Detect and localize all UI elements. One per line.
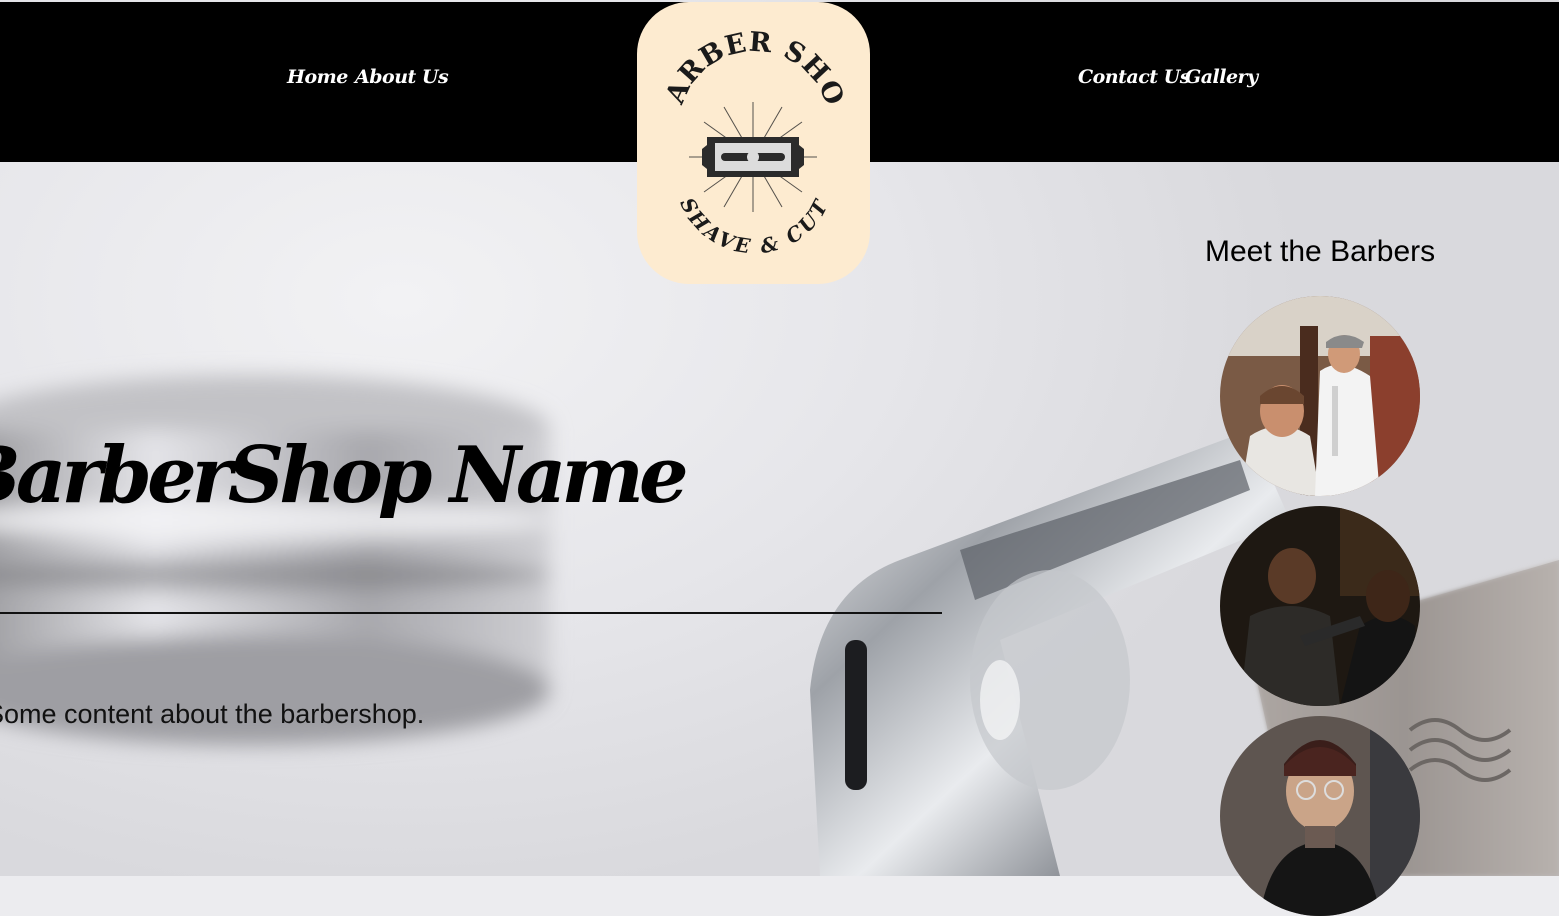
nav-link-gallery[interactable]: Gallery: [1185, 66, 1258, 88]
barbers-section-title: Meet the Barbers: [1205, 235, 1436, 268]
hero-description: Some content about the barbershop.: [0, 699, 425, 729]
barber-photo-3[interactable]: [1220, 716, 1420, 916]
svg-text:SHAVE & CUT: SHAVE & CUT: [675, 194, 834, 259]
nav-link-contact-us[interactable]: Contact Us: [1078, 66, 1190, 88]
barber-photo-1[interactable]: [1220, 296, 1420, 496]
nav-link-home[interactable]: Home: [287, 66, 348, 88]
logo-top-text: BARBER SHOP: [637, 2, 849, 110]
barber-shop-logo[interactable]: BARBER SHOP SHAVE & CUT: [637, 2, 870, 284]
nav-link-about-us[interactable]: About Us: [355, 66, 449, 88]
razor-blade-icon: [702, 137, 804, 177]
hero-title: BarberShop Name: [0, 430, 689, 521]
svg-text:BARBER SHOP: BARBER SHOP: [637, 2, 850, 110]
hero-divider: [0, 612, 942, 614]
logo-bottom-text: SHAVE & CUT: [675, 194, 831, 259]
barber-photo-2[interactable]: [1220, 506, 1420, 706]
